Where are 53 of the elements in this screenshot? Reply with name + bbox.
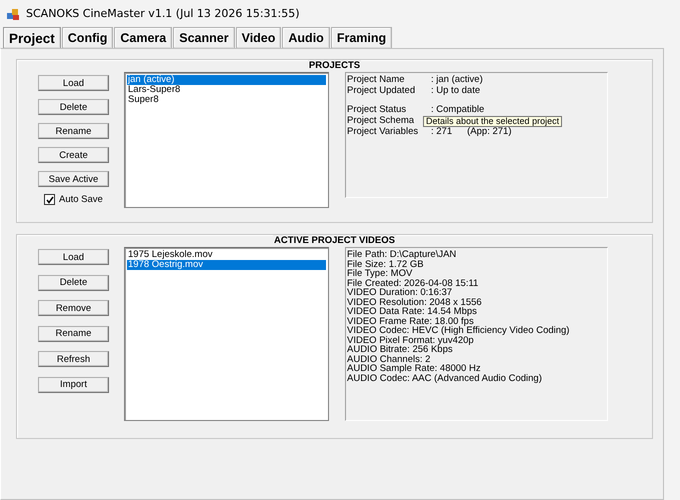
action-button[interactable]: Delete [38,274,109,290]
tab[interactable]: Config [62,27,114,48]
checkbox[interactable] [44,194,55,205]
detail-line: VIDEO Codec: HEVC (High Efficiency Video Coding) [347,326,570,336]
list-item[interactable]: Lars-Super8 [127,85,326,95]
action-button[interactable]: Load [38,75,109,91]
detail-line: VIDEO Resolution: 2048 x 1556 [347,298,483,307]
action-button[interactable]: Load [38,249,109,265]
action-button[interactable]: Import [38,376,109,392]
app-icon [6,6,20,20]
tab[interactable]: Project [3,27,61,48]
detail-label: Project Variables [347,127,420,138]
tooltip: Details about the selected project [423,116,562,127]
group-title: ACTIVE PROJECT VIDEOS [273,235,396,246]
detail-line: File Created: 2026-04-08 15:11 [347,278,480,288]
tab[interactable]: Camera [114,27,172,48]
action-button[interactable]: Rename [38,326,109,342]
action-button[interactable]: Save Active [38,171,109,187]
detail-line: VIDEO Data Rate: 14.54 Mbps [347,307,478,316]
action-button[interactable]: Delete [38,99,109,115]
tab[interactable]: Framing [330,27,392,48]
detail-value: : jan (active) [431,75,483,86]
tab[interactable]: Audio [282,27,330,48]
action-button[interactable]: Rename [38,123,109,139]
tab[interactable]: Video [236,27,282,48]
detail-line: VIDEO Duration: 0:16:37 [347,288,454,298]
tab[interactable]: Scanner [173,27,235,48]
detail-value: (App: 271) [467,127,512,138]
detail-line: AUDIO Sample Rate: 48000 Hz [347,364,482,374]
list-item[interactable]: Super8 [127,95,326,105]
detail-line: File Type: MOV [347,269,414,278]
checkbox-label: Auto Save [59,194,103,205]
list-item[interactable]: 1978 Oestrig.mov [127,260,326,270]
detail-value: : Compatible [431,105,484,116]
window-title: SCANOKS CineMaster v1.1 (Jul 13 2026 15:31:55) [26,7,300,20]
detail-line: VIDEO Frame Rate: 18.00 fps [347,316,474,326]
detail-line: File Size: 1.72 GB [347,260,424,269]
detail-value: : 271 [431,127,452,138]
action-button[interactable]: Create [38,147,109,163]
detail-line: File Path: D:\Capture\JAN [347,250,458,260]
action-button[interactable]: Refresh [38,351,109,367]
detail-value: : Up to date [431,86,480,97]
group-title: PROJECTS [308,60,362,71]
detail-line: VIDEO Pixel Format: yuv420p [347,336,474,345]
detail-line: AUDIO Bitrate: 256 Kbps [347,345,453,354]
detail-label: Project Status [347,105,408,116]
detail-line: AUDIO Channels: 2 [347,354,432,364]
detail-line: AUDIO Codec: AAC (Advanced Audio Coding) [347,374,543,383]
list-item[interactable]: jan (active) [127,75,326,85]
detail-label: Project Name [347,75,406,86]
list-item[interactable]: 1975 Lejeskole.mov [127,250,326,260]
detail-label: Project Updated [347,86,416,97]
action-button[interactable]: Remove [38,300,109,316]
